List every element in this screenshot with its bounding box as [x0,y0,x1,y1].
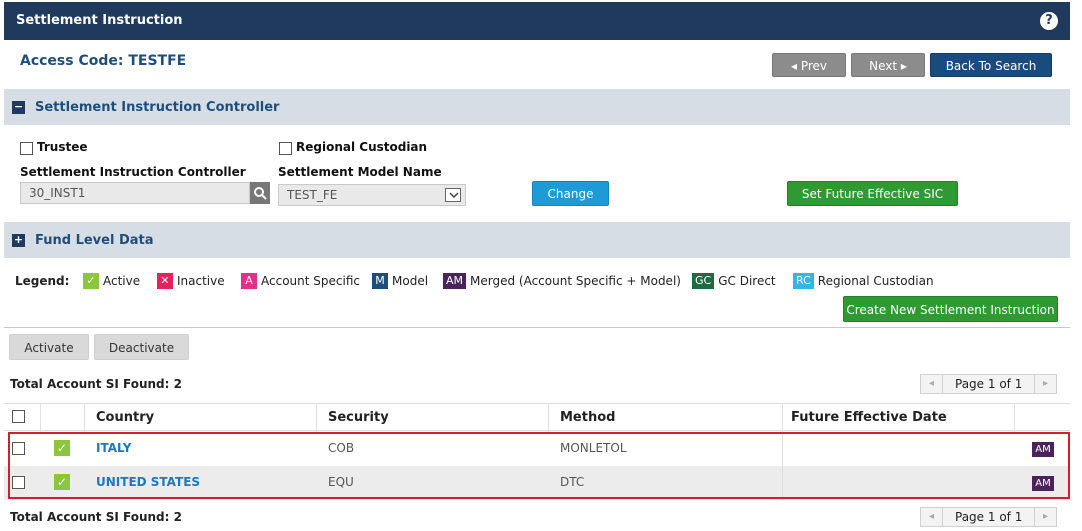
active-icon: ✓ [83,273,99,289]
method-cell: MONLETOL [560,441,627,455]
legend-item-account-specific: A Account Specific [241,273,360,289]
merged-badge: AM [1032,442,1054,457]
page-title: Settlement Instruction [16,13,183,28]
change-button[interactable]: Change [532,181,609,206]
legend-title: Legend: [15,274,70,288]
search-button[interactable] [250,182,270,204]
trustee-checkbox[interactable] [20,142,33,155]
create-new-settlement-instruction-button[interactable]: Create New Settlement Instruction [843,296,1058,322]
sic-label: Settlement Instruction Controller [20,165,246,179]
pager-top: ◂ Page 1 of 1 ▸ [920,374,1057,394]
trustee-label: Trustee [37,140,88,154]
table-row[interactable]: ✓ ITALY COB MONLETOL AM [4,432,1070,466]
legend-item-merged: AM Merged (Account Specific + Model) [443,273,681,289]
collapse-icon[interactable]: − [12,101,25,114]
model-name-value: TEST_FE [287,188,338,202]
sic-input[interactable]: 30_INST1 [20,182,250,204]
merged-badge: AM [1032,476,1054,491]
chevron-down-icon[interactable] [445,188,461,202]
model-name-label: Settlement Model Name [278,165,442,179]
col-method[interactable]: Method [560,410,615,425]
gc-direct-icon: GC [692,273,715,289]
regional-custodian-checkbox[interactable] [279,142,292,155]
title-bar: Settlement Instruction ? [4,2,1070,40]
pager-text: Page 1 of 1 [955,377,1023,391]
access-code: Access Code: TESTFE [20,53,187,69]
activate-button[interactable]: Activate [9,334,89,360]
help-icon[interactable]: ? [1040,12,1058,30]
regional-custodian-label: Regional Custodian [296,140,428,154]
section-controller-header[interactable]: − Settlement Instruction Controller [4,89,1070,125]
row-checkbox[interactable] [12,476,25,489]
merged-icon: AM [443,273,467,289]
country-link[interactable]: ITALY [96,441,131,455]
section-fund-level-header[interactable]: + Fund Level Data [4,222,1070,258]
divider [4,327,1070,328]
active-check-icon: ✓ [54,474,70,490]
next-button[interactable]: Next ▸ [851,53,925,77]
expand-icon[interactable]: + [12,234,25,247]
table-row[interactable]: ✓ UNITED STATES EQU DTC AM [4,466,1070,500]
method-cell: DTC [560,475,585,489]
total-found-bottom: Total Account SI Found: 2 [10,510,182,524]
col-future-effective-date[interactable]: Future Effective Date [791,410,947,425]
account-specific-icon: A [241,273,257,289]
col-security[interactable]: Security [328,410,389,425]
security-cell: COB [328,441,355,455]
legend-item-model: M Model [372,273,428,289]
pager-next-icon[interactable]: ▸ [1034,375,1056,393]
set-future-effective-sic-button[interactable]: Set Future Effective SIC [787,181,958,206]
legend-item-inactive: ✕ Inactive [157,273,225,289]
pager-text: Page 1 of 1 [955,510,1023,524]
pager-next-icon[interactable]: ▸ [1034,508,1056,526]
back-to-search-button[interactable]: Back To Search [930,53,1052,77]
active-check-icon: ✓ [54,440,70,456]
prev-button[interactable]: ◂ Prev [772,53,846,77]
legend-item-active: ✓ Active [83,273,140,289]
country-link[interactable]: UNITED STATES [96,475,200,489]
search-icon [254,187,267,200]
section-controller-label: Settlement Instruction Controller [35,100,280,115]
pager-bottom: ◂ Page 1 of 1 ▸ [920,507,1057,527]
inactive-icon: ✕ [157,273,173,289]
model-icon: M [372,273,388,289]
section-fund-level-label: Fund Level Data [35,233,154,248]
total-found-top: Total Account SI Found: 2 [10,377,182,391]
table-header: Country Security Method Future Effective… [4,403,1070,432]
col-country[interactable]: Country [96,410,154,425]
pager-prev-icon[interactable]: ◂ [921,375,943,393]
select-all-checkbox[interactable] [12,410,25,423]
row-checkbox[interactable] [12,442,25,455]
legend-item-gc-direct: GC GC Direct [692,273,776,289]
regional-custodian-icon: RC [793,273,814,289]
pager-prev-icon[interactable]: ◂ [921,508,943,526]
legend-item-regional-custodian: RC Regional Custodian [793,273,934,289]
model-name-select[interactable]: TEST_FE [278,184,466,206]
deactivate-button[interactable]: Deactivate [94,334,189,360]
security-cell: EQU [328,475,354,489]
